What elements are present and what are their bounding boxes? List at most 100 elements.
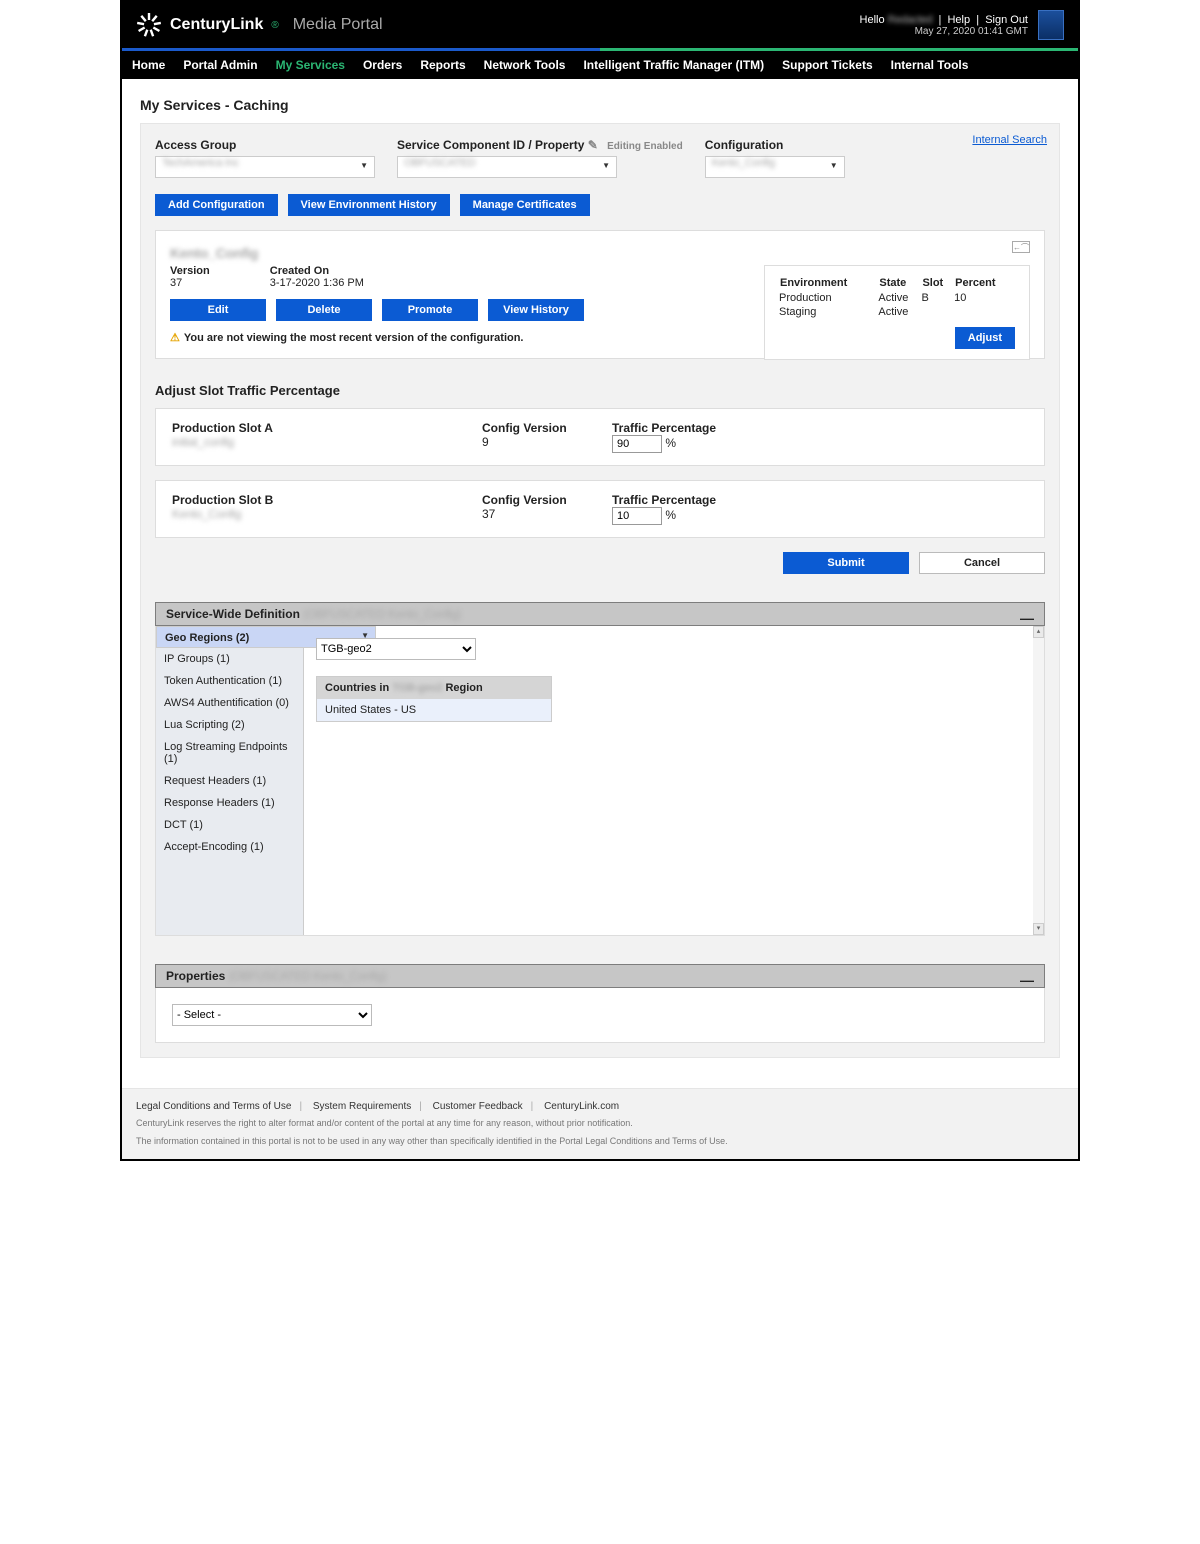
username: Redacted bbox=[888, 14, 933, 26]
vyvx-badge-icon bbox=[1038, 10, 1064, 40]
navbar: Home Portal Admin My Services Orders Rep… bbox=[122, 51, 1078, 79]
brand-logo bbox=[136, 12, 162, 38]
promote-button[interactable]: Promote bbox=[382, 299, 478, 321]
scid-label: Service Component ID / Property ✎ Editin… bbox=[397, 138, 683, 152]
swd-body: Geo Regions (2) IP Groups (1) Token Auth… bbox=[155, 626, 1045, 936]
nav-support-tickets[interactable]: Support Tickets bbox=[782, 58, 872, 72]
swd-tab-dct[interactable]: DCT (1) bbox=[156, 814, 303, 836]
swd-scrollbar[interactable]: ▴ ▾ bbox=[1033, 626, 1044, 935]
filters-panel: Internal Search Access Group TechAmerica… bbox=[140, 123, 1060, 1058]
swd-collapse-icon[interactable]: ― bbox=[1020, 610, 1034, 626]
help-link[interactable]: Help bbox=[947, 14, 970, 26]
warning-icon: ⚠ bbox=[170, 332, 180, 344]
footer-fine2: The information contained in this portal… bbox=[136, 1136, 1064, 1148]
header-timestamp: May 27, 2020 01:41 GMT bbox=[860, 26, 1028, 37]
slot-a-card: Production Slot A initial_config Config … bbox=[155, 408, 1045, 466]
view-environment-history-button[interactable]: View Environment History bbox=[288, 194, 450, 216]
configuration-select[interactable]: Kento_Config bbox=[705, 156, 845, 178]
scroll-up-icon[interactable]: ▴ bbox=[1033, 626, 1044, 638]
nav-network-tools[interactable]: Network Tools bbox=[484, 58, 566, 72]
slot-a-pct-input[interactable] bbox=[612, 435, 662, 453]
environment-box: Environment State Slot Percent Productio… bbox=[764, 265, 1030, 360]
editing-enabled-label: Editing Enabled bbox=[607, 141, 683, 152]
pct-sign: % bbox=[662, 436, 676, 450]
swd-tab-log-streaming[interactable]: Log Streaming Endpoints (1) bbox=[156, 736, 303, 770]
delete-button[interactable]: Delete bbox=[276, 299, 372, 321]
slot-a-configver-label: Config Version bbox=[482, 421, 612, 435]
countries-box: Countries in TGB-geo2 Region United Stat… bbox=[316, 676, 552, 722]
submit-button[interactable]: Submit bbox=[783, 552, 909, 574]
swd-tab-accept-encoding[interactable]: Accept-Encoding (1) bbox=[156, 836, 303, 858]
slot-b-pct-label: Traffic Percentage bbox=[612, 493, 1028, 507]
swd-tab-req-headers[interactable]: Request Headers (1) bbox=[156, 770, 303, 792]
properties-select[interactable]: - Select - bbox=[172, 1004, 372, 1026]
page-title: My Services - Caching bbox=[140, 97, 1060, 113]
edit-button[interactable]: Edit bbox=[170, 299, 266, 321]
footer-link-cl[interactable]: CenturyLink.com bbox=[544, 1101, 619, 1112]
countries-header: Countries in TGB-geo2 Region bbox=[317, 677, 551, 699]
swd-tab-resp-headers[interactable]: Response Headers (1) bbox=[156, 792, 303, 814]
signout-link[interactable]: Sign Out bbox=[985, 14, 1028, 26]
add-configuration-button[interactable]: Add Configuration bbox=[155, 194, 278, 216]
footer-link-feedback[interactable]: Customer Feedback bbox=[433, 1101, 523, 1112]
footer-link-sysreq[interactable]: System Requirements bbox=[313, 1101, 411, 1112]
slot-a-config-name: initial_config bbox=[172, 435, 482, 449]
slot-a-pct-label: Traffic Percentage bbox=[612, 421, 1028, 435]
slot-section-title: Adjust Slot Traffic Percentage bbox=[155, 383, 1045, 398]
slot-b-title: Production Slot B bbox=[172, 493, 482, 507]
adjust-button[interactable]: Adjust bbox=[955, 327, 1015, 349]
slot-b-configver-label: Config Version bbox=[482, 493, 612, 507]
accent-bar bbox=[122, 48, 1078, 51]
swd-header-bar: Service-Wide Definition (OBFUSCATED Kent… bbox=[155, 602, 1045, 626]
scroll-down-icon[interactable]: ▾ bbox=[1033, 923, 1044, 935]
pencil-icon: ✎ bbox=[588, 138, 598, 152]
nav-home[interactable]: Home bbox=[132, 58, 165, 72]
properties-header-bar: Properties (OBFUSCATED Kento_Config) ― bbox=[155, 964, 1045, 988]
brand: CenturyLink® Media Portal bbox=[136, 12, 383, 38]
brand-subtitle: Media Portal bbox=[293, 16, 383, 34]
slot-a-configver: 9 bbox=[482, 435, 612, 449]
cancel-button[interactable]: Cancel bbox=[919, 552, 1045, 574]
version-value: 37 bbox=[170, 277, 210, 289]
footer-link-legal[interactable]: Legal Conditions and Terms of Use bbox=[136, 1101, 291, 1112]
slot-a-title: Production Slot A bbox=[172, 421, 482, 435]
view-history-button[interactable]: View History bbox=[488, 299, 584, 321]
nav-portal-admin[interactable]: Portal Admin bbox=[183, 58, 257, 72]
configuration-label: Configuration bbox=[705, 138, 845, 152]
nav-reports[interactable]: Reports bbox=[420, 58, 465, 72]
config-name: Kento_Config bbox=[170, 245, 1030, 261]
scid-select[interactable]: OBFUSCATED bbox=[397, 156, 617, 178]
created-label: Created On bbox=[270, 265, 364, 277]
slot-b-card: Production Slot B Kento_Config Config Ve… bbox=[155, 480, 1045, 538]
properties-body: - Select - bbox=[155, 988, 1045, 1043]
swd-tab-ip-groups[interactable]: IP Groups (1) bbox=[156, 648, 303, 670]
manage-certificates-button[interactable]: Manage Certificates bbox=[460, 194, 590, 216]
nav-orders[interactable]: Orders bbox=[363, 58, 402, 72]
slot-b-configver: 37 bbox=[482, 507, 612, 521]
environment-table: Environment State Slot Percent Productio… bbox=[779, 276, 1015, 319]
swd-main: TGB-geo2 Countries in TGB-geo2 Region Un… bbox=[304, 626, 1044, 935]
created-value: 3-17-2020 1:36 PM bbox=[270, 277, 364, 289]
configuration-card: ←⌒ Kento_Config Version 37 Created On 3-… bbox=[155, 230, 1045, 359]
footer-fine1: CenturyLink reserves the right to alter … bbox=[136, 1118, 1064, 1130]
nav-my-services[interactable]: My Services bbox=[276, 58, 345, 72]
swd-tab-lua[interactable]: Lua Scripting (2) bbox=[156, 714, 303, 736]
topbar: CenturyLink® Media Portal Hello Redacted… bbox=[122, 2, 1078, 48]
slot-b-pct-input[interactable] bbox=[612, 507, 662, 525]
swd-tab-aws4-auth[interactable]: AWS4 Authentification (0) bbox=[156, 692, 303, 714]
swd-sidebar: Geo Regions (2) IP Groups (1) Token Auth… bbox=[156, 626, 304, 935]
swd-tab-token-auth[interactable]: Token Authentication (1) bbox=[156, 670, 303, 692]
nav-itm[interactable]: Intelligent Traffic Manager (ITM) bbox=[583, 58, 764, 72]
hello-line: Hello Redacted | Help | Sign Out bbox=[860, 14, 1028, 26]
env-row: Production Active B 10 bbox=[779, 291, 1015, 305]
region-select[interactable]: TGB-geo2 bbox=[316, 638, 476, 660]
brand-name: CenturyLink bbox=[170, 16, 263, 34]
footer-links: Legal Conditions and Terms of Use| Syste… bbox=[136, 1101, 1064, 1112]
internal-search-link[interactable]: Internal Search bbox=[972, 134, 1047, 146]
access-group-label: Access Group bbox=[155, 138, 375, 152]
access-group-select[interactable]: TechAmerica Inc bbox=[155, 156, 375, 178]
version-label: Version bbox=[170, 265, 210, 277]
nav-internal-tools[interactable]: Internal Tools bbox=[891, 58, 969, 72]
properties-collapse-icon[interactable]: ― bbox=[1020, 972, 1034, 988]
footer: Legal Conditions and Terms of Use| Syste… bbox=[122, 1088, 1078, 1159]
